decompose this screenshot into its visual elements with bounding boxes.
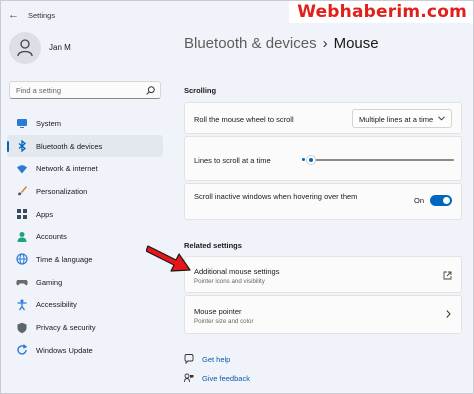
- sidebar-item-label: Bluetooth & devices: [36, 141, 103, 151]
- sidebar-item-privacy[interactable]: Privacy & security: [7, 316, 163, 339]
- chevron-right-icon: [446, 310, 451, 318]
- app-title: Settings: [28, 11, 56, 20]
- avatar: [9, 32, 41, 64]
- sidebar-item-network[interactable]: Network & internet: [7, 157, 163, 180]
- watermark: Webhaberim.com: [289, 1, 473, 23]
- sidebar-item-personalization[interactable]: Personalization: [7, 180, 163, 203]
- person-icon: [17, 39, 33, 57]
- sidebar-item-apps[interactable]: Apps: [7, 203, 163, 226]
- lines-to-scroll-setting: Lines to scroll at a time: [184, 136, 462, 181]
- breadcrumb-parent[interactable]: Bluetooth & devices: [184, 35, 317, 52]
- globe-icon: [16, 253, 28, 266]
- lines-slider[interactable]: [306, 155, 454, 165]
- sidebar-item-label: Apps: [36, 209, 54, 219]
- search-placeholder: Find a setting: [16, 86, 62, 95]
- toggle-state-label: On: [413, 196, 424, 205]
- scroll-inactive-label: Scroll inactive windows when hovering ov…: [194, 192, 358, 201]
- bluetooth-icon: [18, 140, 27, 153]
- sidebar-item-system[interactable]: System: [7, 112, 163, 135]
- controller-icon: [16, 280, 28, 286]
- sidebar-item-bluetooth[interactable]: Bluetooth & devices: [7, 134, 163, 158]
- sidebar-item-label: Privacy & security: [36, 323, 96, 333]
- get-help-link[interactable]: Get help: [202, 355, 230, 364]
- breadcrumb: Bluetooth & devices › Mouse: [184, 35, 379, 52]
- shield-icon: [17, 322, 27, 333]
- search-input[interactable]: Find a setting: [9, 81, 161, 99]
- roll-wheel-label: Roll the mouse wheel to scroll: [194, 115, 294, 124]
- breadcrumb-separator: ›: [322, 35, 328, 52]
- sidebar-item-time-language[interactable]: Time & language: [7, 248, 163, 271]
- slider-tick: [302, 158, 305, 161]
- sidebar-item-label: Personalization: [36, 186, 88, 196]
- search-icon: [146, 86, 155, 95]
- sidebar-item-label: Accessibility: [36, 300, 77, 310]
- open-external-icon: [443, 271, 452, 280]
- sidebar-item-label: Time & language: [36, 254, 93, 264]
- additional-mouse-title: Additional mouse settings: [194, 267, 280, 276]
- sidebar-item-gaming[interactable]: Gaming: [7, 271, 163, 294]
- sidebar-item-windows-update[interactable]: Windows Update: [7, 339, 163, 362]
- mouse-pointer-subtitle: Pointer size and color: [194, 318, 254, 325]
- section-title-scrolling: Scrolling: [184, 86, 217, 95]
- update-icon: [17, 344, 28, 355]
- scroll-inactive-setting: Scroll inactive windows when hovering ov…: [184, 183, 462, 220]
- sidebar-item-accessibility[interactable]: Accessibility: [7, 294, 163, 317]
- help-icon: [184, 354, 194, 364]
- settings-window: ← Settings Webhaberim.com Jan M Find a s…: [0, 0, 474, 394]
- accessibility-icon: [17, 299, 27, 311]
- sidebar-item-accounts[interactable]: Accounts: [7, 225, 163, 248]
- back-button[interactable]: ←: [8, 9, 19, 21]
- section-title-related: Related settings: [184, 241, 242, 250]
- sidebar-item-label: Gaming: [36, 277, 63, 287]
- user-name: Jan M: [49, 43, 71, 52]
- feedback-icon: [184, 373, 194, 383]
- dropdown-value: Multiple lines at a time: [359, 115, 434, 124]
- chevron-down-icon: [438, 116, 445, 121]
- annotation-arrow-icon: [146, 245, 191, 272]
- give-feedback-row[interactable]: Give feedback: [184, 372, 250, 384]
- roll-wheel-setting: Roll the mouse wheel to scroll Multiple …: [184, 102, 462, 134]
- brush-icon: [18, 186, 27, 196]
- sidebar-nav: System Bluetooth & devices Network & int…: [7, 112, 163, 362]
- additional-mouse-settings[interactable]: Additional mouse settings Pointer icons …: [184, 256, 462, 293]
- sidebar-item-label: Network & internet: [36, 164, 98, 174]
- monitor-icon: [17, 119, 27, 129]
- get-help-row[interactable]: Get help: [184, 353, 230, 365]
- sidebar-item-label: Accounts: [36, 232, 67, 242]
- lines-to-scroll-label: Lines to scroll at a time: [194, 156, 271, 165]
- slider-thumb[interactable]: [306, 155, 317, 165]
- give-feedback-link[interactable]: Give feedback: [202, 374, 250, 383]
- apps-icon: [17, 209, 27, 220]
- wifi-icon: [17, 164, 27, 174]
- roll-wheel-dropdown[interactable]: Multiple lines at a time: [352, 109, 452, 128]
- sidebar-item-label: Windows Update: [36, 345, 93, 355]
- page-title: Mouse: [333, 35, 379, 52]
- sidebar-item-label: System: [36, 118, 62, 128]
- mouse-pointer-title: Mouse pointer: [194, 307, 242, 316]
- mouse-pointer-setting[interactable]: Mouse pointer Pointer size and color: [184, 295, 462, 334]
- person-icon: [17, 231, 27, 242]
- scroll-inactive-toggle[interactable]: [430, 195, 452, 206]
- additional-mouse-subtitle: Pointer icons and visibility: [194, 278, 265, 285]
